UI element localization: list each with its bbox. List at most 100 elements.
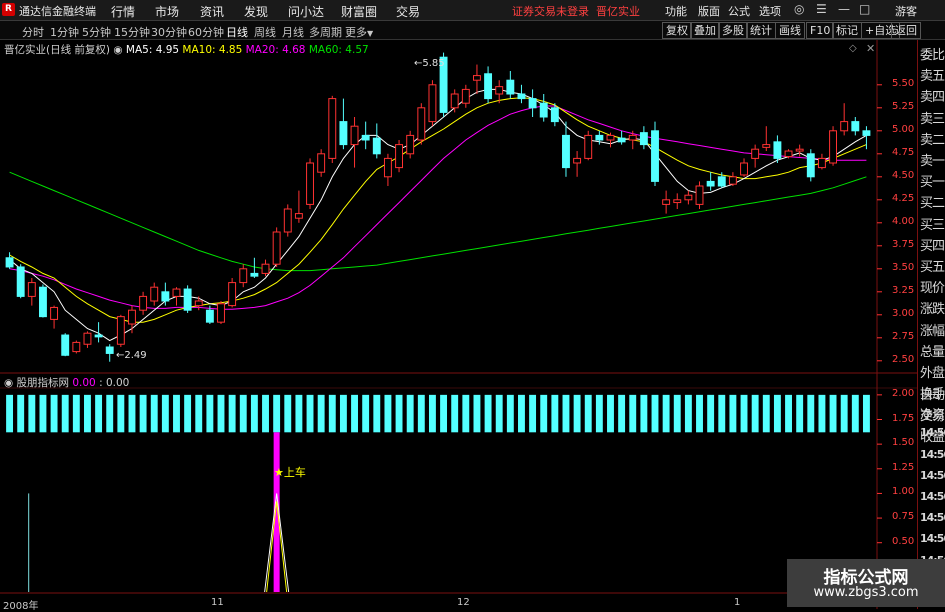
menu-zixun[interactable]: 资讯 [200,3,224,20]
period-monthly[interactable]: 月线 [282,24,304,40]
menu-banmian[interactable]: 版面 [698,3,720,19]
menu-faxian[interactable]: 发现 [244,3,268,20]
tool-fuquan[interactable]: 复权 [662,22,692,39]
indicator-name: 股朋指标网 [16,377,70,389]
indicator-bar [729,394,737,433]
indicator-bar [829,394,837,433]
candle-up [829,130,838,164]
candle-down [851,121,860,132]
candle-up [817,157,826,169]
menu-shichang[interactable]: 市场 [155,3,179,20]
candle-down [105,346,114,354]
candle-down [484,73,493,100]
trade-field-label: 交易 [920,409,945,425]
candle-up [217,303,225,323]
low-price-label: ←2.49 [116,350,147,361]
indicator-bar [629,394,637,433]
candle-down [562,134,570,169]
period-multi[interactable]: 多周期 [309,24,342,40]
indicator-tick-label: 1.25 [892,461,915,473]
menu-hangqing[interactable]: 行情 [111,3,135,20]
indicator-bar [395,394,403,433]
candle-down [617,137,626,143]
indicator-bar [529,394,537,433]
ma10-line [9,97,867,323]
skin-icon[interactable]: ◎ [794,2,804,16]
candle-up [294,213,303,219]
tool-back[interactable]: 返回 [891,22,921,39]
kline-chart[interactable] [0,40,917,609]
tool-f10[interactable]: F10 [806,22,835,39]
period-5min[interactable]: 5分钟 [82,24,111,40]
candle-up [628,134,637,141]
candle-down [361,134,370,141]
candle-down [94,334,103,338]
minimize-icon[interactable]: — [838,2,850,16]
login-warning[interactable]: 证券交易未登录 晋亿实业 [512,3,640,19]
menu-icon[interactable]: ☰ [816,2,827,16]
indicator-bar [818,394,826,433]
tool-biaoji[interactable]: 标记 [832,22,862,39]
trade-field-label: 14:56 [920,511,945,525]
indicator-header: ◉ 股朋指标网 0.00 : 0.00 [4,375,129,390]
price-tick-label: 2.50 [892,353,915,365]
quote-field-label: 卖五 [920,69,945,85]
candle-up [83,332,92,345]
tool-huaxian[interactable]: 画线 [775,22,805,39]
indicator-bar [128,394,136,433]
menu-xuanxiang[interactable]: 选项 [759,3,781,19]
low-price-value: 2.49 [124,350,147,361]
period-1min[interactable]: 1分钟 [50,24,79,40]
menu-gongneng[interactable]: 功能 [665,3,687,19]
candle-down [806,153,815,178]
period-daily[interactable]: 日线 [226,24,248,40]
candle-down [539,102,548,118]
candle-up [784,150,793,158]
candle-down [862,130,871,136]
period-weekly[interactable]: 周线 [254,24,276,40]
maximize-icon[interactable]: □ [859,2,870,16]
candle-up [139,295,148,311]
settings-icon[interactable]: ◉ [4,377,13,389]
guest-label[interactable]: 游客 [895,3,917,19]
x-label-12: 12 [457,597,470,608]
indicator-bar [250,394,258,433]
candle-down [61,334,70,356]
high-price-value: 5.85 [422,58,445,69]
price-tick-label: 3.25 [892,284,915,296]
menu-jiaoyi[interactable]: 交易 [396,3,420,20]
indicator-bar [95,394,103,433]
price-tick-label: 5.00 [892,123,915,135]
period-30min[interactable]: 30分钟 [151,24,187,40]
period-15min[interactable]: 15分钟 [114,24,150,40]
login-warning-text: 证券交易未登录 [512,5,589,18]
menu-caifuquan[interactable]: 财富圈 [341,3,377,20]
candle-down [38,286,47,318]
indicator-bar [139,394,147,433]
tool-diejia[interactable]: 叠加 [690,22,720,39]
period-fenshi[interactable]: 分时 [22,24,44,40]
candle-up [317,153,326,173]
quote-field-label: 买二 [920,196,945,212]
candle-up [172,288,181,297]
trade-field-label: 自动 [920,388,945,403]
period-more[interactable]: 更多▼ [345,24,373,40]
indicator-bar [506,394,514,433]
period-60min[interactable]: 60分钟 [188,24,224,40]
quote-field-label: 外盘 [920,366,945,381]
menu-gongshi[interactable]: 公式 [728,3,750,19]
candle-up [128,309,136,325]
candle-up [751,148,760,159]
tool-tongji[interactable]: 统计 [746,22,776,39]
indicator-bar [773,394,781,433]
menu-wenxiaoda[interactable]: 问小达 [288,3,324,20]
warning-stock: 晋亿实业 [596,5,640,18]
quote-field-label: 卖二 [920,132,945,148]
indicator-bar [61,394,69,433]
trade-field-label: 14:56 [920,447,945,461]
price-tick-label: 5.25 [892,100,915,112]
price-tick-label: 4.00 [892,215,915,227]
x-label-1: 1 [734,597,741,608]
candle-up [272,231,281,265]
tool-duogu[interactable]: 多股 [718,22,748,39]
